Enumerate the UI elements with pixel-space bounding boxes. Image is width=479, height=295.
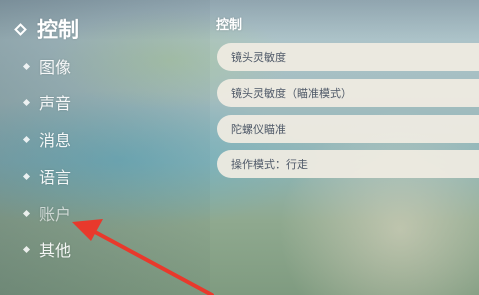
sidebar-item-label: 账户 (39, 205, 72, 224)
setting-label: 镜头灵敏度 (231, 51, 286, 64)
sidebar-item-graphics[interactable]: 图像 (22, 54, 72, 78)
sidebar-item-label: 消息 (39, 131, 72, 150)
sidebar-item-label: 控制 (37, 18, 79, 42)
bullet-icon (22, 135, 31, 143)
active-diamond-icon (14, 22, 27, 36)
settings-sidebar: 控制 图像 声音 消息 语言 账户 其他 (0, 0, 200, 295)
sidebar-item-label: 声音 (39, 94, 72, 113)
setting-camera-sensitivity-aim[interactable]: 镜头灵敏度（瞄准模式） (217, 79, 479, 107)
sidebar-item-other[interactable]: 其他 (22, 237, 72, 261)
bullet-icon (22, 245, 31, 253)
sidebar-item-audio[interactable]: 声音 (22, 90, 72, 114)
sidebar-item-label: 图像 (39, 58, 72, 77)
setting-camera-sensitivity[interactable]: 镜头灵敏度 (217, 43, 479, 71)
bullet-icon (22, 172, 31, 180)
bullet-icon (22, 62, 31, 70)
bullet-icon (22, 98, 31, 106)
sidebar-item-account[interactable]: 账户 (22, 201, 72, 225)
sidebar-item-label: 语言 (39, 168, 72, 187)
setting-control-mode[interactable]: 操作模式：行走 (217, 150, 479, 178)
setting-label: 陀螺仪瞄准 (231, 123, 286, 136)
sidebar-item-label: 其他 (39, 241, 72, 260)
sidebar-item-messages[interactable]: 消息 (22, 127, 72, 151)
section-title: 控制 (216, 18, 243, 33)
sidebar-item-controls[interactable]: 控制 (14, 14, 79, 44)
sidebar-item-language[interactable]: 语言 (22, 164, 72, 188)
setting-label: 操作模式：行走 (231, 158, 308, 171)
bullet-icon (22, 209, 31, 217)
setting-gyro-aiming[interactable]: 陀螺仪瞄准 (217, 115, 479, 143)
setting-label: 镜头灵敏度（瞄准模式） (231, 87, 352, 100)
